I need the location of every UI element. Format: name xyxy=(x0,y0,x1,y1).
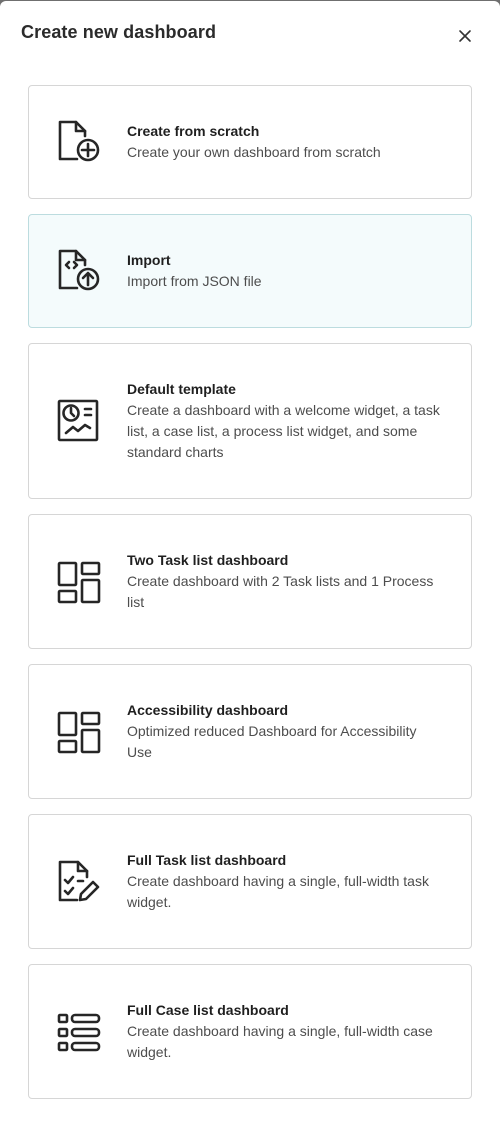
file-plus-icon xyxy=(55,119,101,165)
template-chart-icon xyxy=(55,398,101,444)
close-icon xyxy=(459,30,471,42)
option-full-case-list-dashboard[interactable]: Full Case list dashboard Create dashboar… xyxy=(28,964,472,1099)
option-title: Two Task list dashboard xyxy=(127,552,289,568)
option-title: Import xyxy=(127,252,171,268)
option-description: Create a dashboard with a welcome widget… xyxy=(127,402,440,460)
option-accessibility-dashboard[interactable]: Accessibility dashboard Optimized reduce… xyxy=(28,664,472,799)
option-description: Create dashboard with 2 Task lists and 1… xyxy=(127,573,434,610)
layout-grid-icon xyxy=(55,559,101,605)
list-icon xyxy=(55,1009,101,1055)
option-description: Create your own dashboard from scratch xyxy=(127,144,381,160)
option-description: Import from JSON file xyxy=(127,273,262,289)
option-title: Create from scratch xyxy=(127,123,260,139)
layout-grid-icon xyxy=(55,709,101,755)
option-title: Accessibility dashboard xyxy=(127,702,289,718)
option-title: Default template xyxy=(127,381,236,397)
option-text: Two Task list dashboard Create dashboard… xyxy=(127,550,445,613)
file-code-upload-icon xyxy=(55,248,101,294)
option-description: Create dashboard having a single, full-w… xyxy=(127,1023,433,1060)
option-full-task-list-dashboard[interactable]: Full Task list dashboard Create dashboar… xyxy=(28,814,472,949)
option-text: Create from scratch Create your own dash… xyxy=(127,121,445,163)
option-title: Full Case list dashboard xyxy=(127,1002,289,1018)
option-two-task-list-dashboard[interactable]: Two Task list dashboard Create dashboard… xyxy=(28,514,472,649)
dialog-header: Create new dashboard xyxy=(0,1,500,71)
file-checklist-edit-icon xyxy=(55,859,101,905)
option-description: Create dashboard having a single, full-w… xyxy=(127,873,429,910)
close-button[interactable] xyxy=(452,23,478,49)
option-text: Full Task list dashboard Create dashboar… xyxy=(127,850,445,913)
option-text: Accessibility dashboard Optimized reduce… xyxy=(127,700,445,763)
dashboard-option-list: Create from scratch Create your own dash… xyxy=(28,85,472,1114)
option-text: Import Import from JSON file xyxy=(127,250,445,292)
option-create-from-scratch[interactable]: Create from scratch Create your own dash… xyxy=(28,85,472,199)
option-text: Default template Create a dashboard with… xyxy=(127,379,445,463)
option-description: Optimized reduced Dashboard for Accessib… xyxy=(127,723,417,760)
option-text: Full Case list dashboard Create dashboar… xyxy=(127,1000,445,1063)
dialog-title: Create new dashboard xyxy=(21,22,217,42)
option-default-template[interactable]: Default template Create a dashboard with… xyxy=(28,343,472,499)
create-dashboard-dialog: Create new dashboard Create from scratch… xyxy=(0,1,500,1141)
option-import[interactable]: Import Import from JSON file xyxy=(28,214,472,328)
option-title: Full Task list dashboard xyxy=(127,852,287,868)
